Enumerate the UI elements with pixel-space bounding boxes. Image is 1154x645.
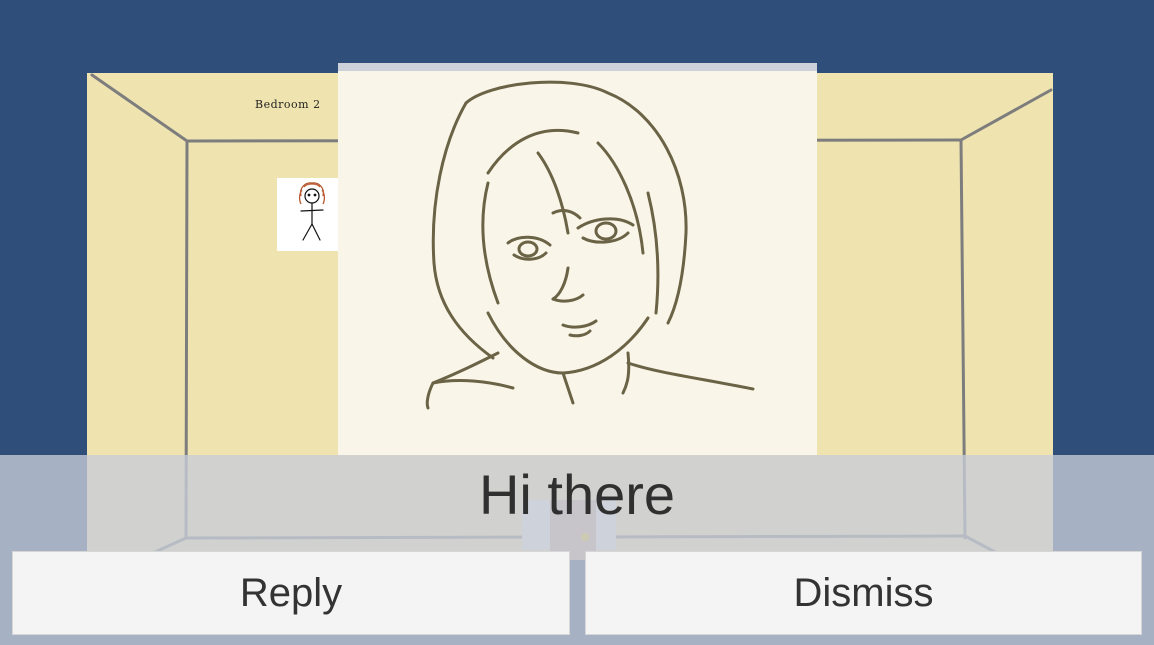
room-name-label: Bedroom 2 <box>255 98 321 111</box>
dialog-message: Hi there <box>478 463 676 526</box>
dismiss-button[interactable]: Dismiss <box>585 551 1142 635</box>
game-scene: Bedroom 2 Hi there Reply Dismiss <box>0 0 1154 645</box>
character-portrait <box>338 63 817 455</box>
portrait-sketch <box>425 80 755 410</box>
reply-button[interactable]: Reply <box>12 551 570 635</box>
